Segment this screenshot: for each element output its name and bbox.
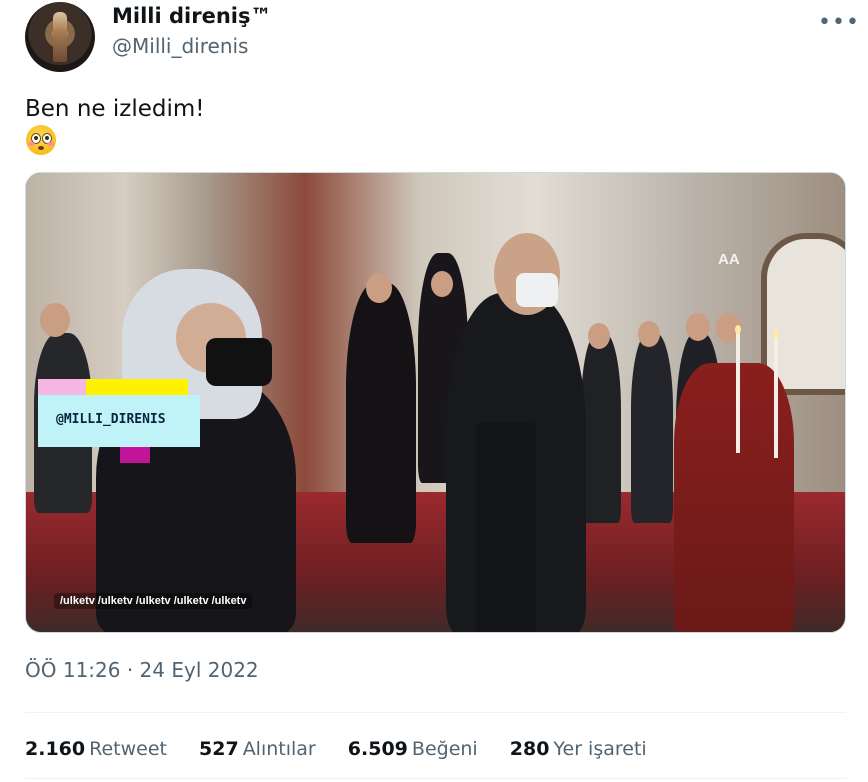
watermark-banner: @MILLI_DIRENIS [38, 379, 200, 463]
retweets-stat[interactable]: 2.160 Retweet [25, 738, 167, 760]
likes-stat[interactable]: 6.509 Beğeni [348, 738, 478, 760]
user-handle[interactable]: @Milli_direnis [112, 34, 248, 58]
profile-avatar[interactable] [25, 2, 95, 72]
bookmarks-stat[interactable]: 280 Yer işareti [510, 738, 647, 760]
tweet-text: Ben ne izledim! [25, 96, 205, 122]
social-handles-overlay: /ulketv /ulketv /ulketv /ulketv /ulketv [54, 593, 253, 609]
more-options-icon[interactable]: ••• [818, 10, 860, 35]
quotes-stat[interactable]: 527 Alıntılar [199, 738, 316, 760]
agency-logo: AA [718, 251, 740, 268]
watermark-text: @MILLI_DIRENIS [56, 412, 166, 427]
divider-top [25, 712, 846, 713]
tweet-timestamp[interactable]: ÖÖ 11:26 · 24 Eyl 2022 [25, 658, 259, 682]
display-name[interactable]: Milli direniş™ [112, 4, 271, 28]
divider-bottom [25, 778, 846, 779]
tweet-video[interactable]: AA @MILLI_DIRENIS /ulketv /ulketv /ulket… [25, 172, 846, 633]
engagement-stats: 2.160 Retweet 527 Alıntılar 6.509 Beğeni 28… [25, 738, 673, 760]
flushed-face-emoji [26, 125, 56, 155]
